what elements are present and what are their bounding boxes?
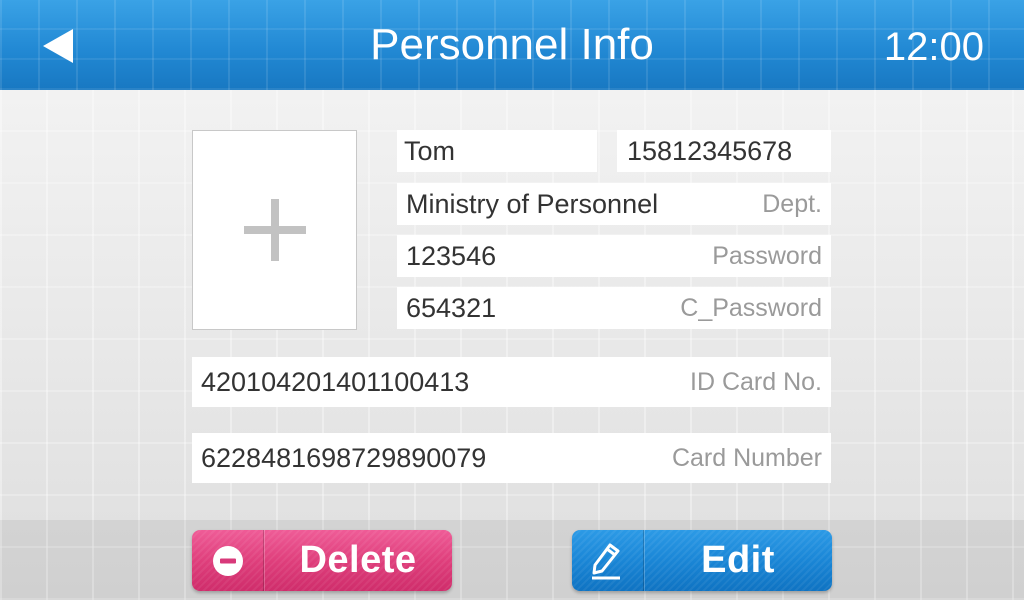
phone-value: 15812345678: [627, 135, 793, 166]
id-card-value: 420104201401100413: [201, 366, 470, 397]
password-field[interactable]: 123546 Password: [397, 235, 831, 277]
edit-label: Edit: [701, 539, 775, 581]
confirm-password-value: 654321: [406, 292, 497, 323]
add-photo-button[interactable]: [192, 130, 357, 330]
id-card-field[interactable]: 420104201401100413 ID Card No.: [192, 357, 831, 407]
confirm-password-field[interactable]: 654321 C_Password: [397, 287, 831, 329]
confirm-password-label: C_Password: [680, 293, 822, 322]
dept-field[interactable]: Ministry of Personnel Dept.: [397, 183, 831, 225]
delete-label: Delete: [299, 539, 417, 581]
card-number-label: Card Number: [671, 443, 822, 472]
phone-field[interactable]: 15812345678: [617, 130, 831, 172]
page-title: Personnel Info: [370, 20, 654, 69]
delete-button[interactable]: Delete: [192, 530, 452, 591]
name-value: Tom: [404, 135, 456, 166]
edit-icon-slot: [572, 530, 644, 591]
back-button[interactable]: [38, 26, 78, 66]
password-value: 123546: [406, 240, 497, 271]
id-card-label: ID Card No.: [690, 367, 822, 396]
dept-label: Dept.: [762, 189, 822, 218]
plus-icon: [243, 199, 306, 261]
delete-icon-slot: [192, 530, 264, 591]
back-arrow-icon: [43, 29, 73, 63]
name-field[interactable]: Tom: [397, 130, 597, 172]
card-number-value: 6228481698729890079: [201, 442, 487, 473]
clock: 12:00: [883, 25, 984, 69]
card-number-field[interactable]: 6228481698729890079 Card Number: [192, 433, 831, 483]
footer-band: [0, 520, 1024, 600]
minus-circle-icon: [212, 545, 243, 576]
pencil-icon: [591, 543, 620, 579]
password-label: Password: [712, 241, 822, 270]
dept-value: Ministry of Personnel: [406, 188, 659, 219]
header-bar: Personnel Info 12:00: [0, 0, 1024, 90]
edit-button[interactable]: Edit: [572, 530, 832, 591]
